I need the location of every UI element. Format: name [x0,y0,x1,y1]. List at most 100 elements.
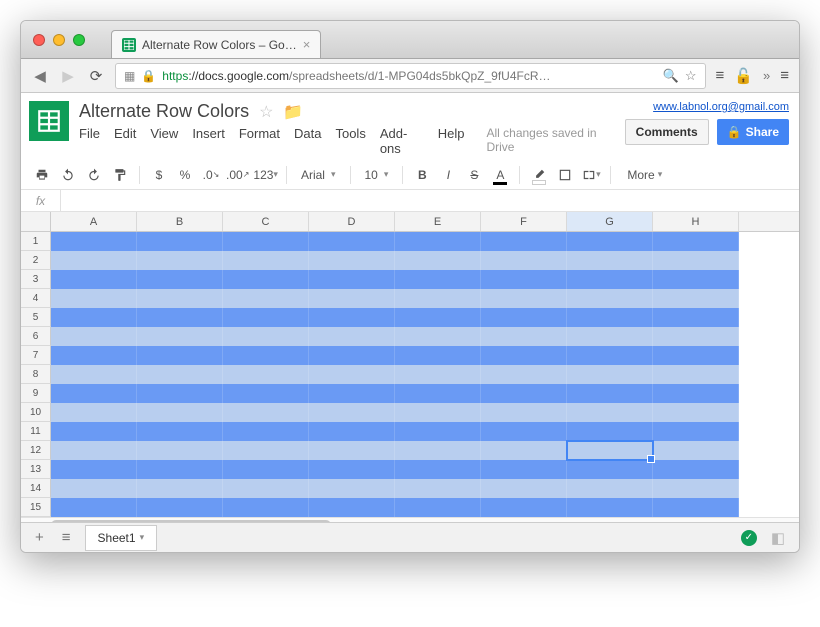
cell[interactable] [653,289,739,308]
cell[interactable] [395,346,481,365]
more-toolbar-button[interactable]: More▾ [619,168,670,182]
menu-view[interactable]: View [150,126,178,156]
currency-icon[interactable]: $ [148,164,170,186]
column-header[interactable]: D [309,212,395,231]
cell[interactable] [653,460,739,479]
cell[interactable] [653,498,739,517]
row-header[interactable]: 5 [21,308,51,327]
cell[interactable] [567,479,653,498]
close-window-button[interactable] [33,34,45,46]
cell[interactable] [481,384,567,403]
cell[interactable] [309,327,395,346]
cell[interactable] [223,346,309,365]
cell[interactable] [395,403,481,422]
cell[interactable] [51,460,137,479]
strikethrough-button[interactable]: S [463,164,485,186]
cell[interactable] [309,441,395,460]
cell[interactable] [395,384,481,403]
cell[interactable] [567,403,653,422]
cell[interactable] [223,422,309,441]
cell[interactable] [223,384,309,403]
cell[interactable] [309,479,395,498]
comments-button[interactable]: Comments [625,119,709,145]
cell[interactable] [567,460,653,479]
cell[interactable] [223,308,309,327]
cell[interactable] [653,251,739,270]
cell[interactable] [309,251,395,270]
cell[interactable] [309,232,395,251]
cell[interactable] [51,251,137,270]
cell[interactable] [567,441,653,460]
cell[interactable] [223,441,309,460]
cell[interactable] [481,460,567,479]
cell[interactable] [137,251,223,270]
cell[interactable] [567,498,653,517]
menu-insert[interactable]: Insert [192,126,225,156]
cell[interactable] [137,308,223,327]
cell[interactable] [137,441,223,460]
cell[interactable] [653,422,739,441]
cell[interactable] [481,365,567,384]
cell[interactable] [51,270,137,289]
borders-button[interactable] [554,164,576,186]
cell[interactable] [51,346,137,365]
cell[interactable] [653,479,739,498]
sheets-logo-icon[interactable] [29,101,69,141]
cell[interactable] [309,346,395,365]
cell[interactable] [51,308,137,327]
cell[interactable] [309,403,395,422]
tab-close-icon[interactable]: × [303,38,311,51]
back-button[interactable]: ◀ [31,67,49,85]
star-icon[interactable]: ☆ [259,102,273,122]
cell[interactable] [481,441,567,460]
cell[interactable] [653,384,739,403]
cell[interactable] [223,251,309,270]
row-header[interactable]: 7 [21,346,51,365]
document-title[interactable]: Alternate Row Colors [79,101,249,122]
cell[interactable] [395,365,481,384]
cell[interactable] [309,308,395,327]
buffer-extension-icon[interactable]: ≡ [716,67,725,84]
cell[interactable] [395,498,481,517]
cell[interactable] [309,460,395,479]
cell[interactable] [395,327,481,346]
cell[interactable] [51,479,137,498]
cell[interactable] [395,251,481,270]
cell[interactable] [395,479,481,498]
row-header[interactable]: 11 [21,422,51,441]
bookmark-star-icon[interactable]: ☆ [685,68,697,84]
text-color-button[interactable]: A [489,164,511,186]
row-header[interactable]: 1 [21,232,51,251]
cell[interactable] [137,403,223,422]
page-info-icon[interactable]: ▦ [124,69,135,83]
cell[interactable] [653,308,739,327]
cell[interactable] [137,289,223,308]
print-icon[interactable] [31,164,53,186]
cell[interactable] [481,270,567,289]
cell[interactable] [51,289,137,308]
sheet-tab[interactable]: Sheet1 ▾ [85,525,158,551]
cell[interactable] [51,384,137,403]
menu-edit[interactable]: Edit [114,126,136,156]
all-sheets-button[interactable]: ≡ [58,529,75,546]
cell[interactable] [481,251,567,270]
cell[interactable] [481,479,567,498]
cell[interactable] [395,308,481,327]
cell[interactable] [653,270,739,289]
cell[interactable] [567,270,653,289]
merge-cells-button[interactable]: ▾ [580,164,602,186]
cell[interactable] [395,232,481,251]
cell[interactable] [653,403,739,422]
row-header[interactable]: 4 [21,289,51,308]
menu-addons[interactable]: Add-ons [380,126,424,156]
cell[interactable] [567,327,653,346]
cell[interactable] [137,422,223,441]
share-button[interactable]: 🔒 Share [717,119,789,145]
row-header[interactable]: 12 [21,441,51,460]
font-size-dropdown[interactable]: 10▾ [359,168,395,182]
bold-button[interactable]: B [411,164,433,186]
cell[interactable] [395,441,481,460]
cell[interactable] [481,232,567,251]
column-header[interactable]: A [51,212,137,231]
select-all-corner[interactable] [21,212,51,231]
